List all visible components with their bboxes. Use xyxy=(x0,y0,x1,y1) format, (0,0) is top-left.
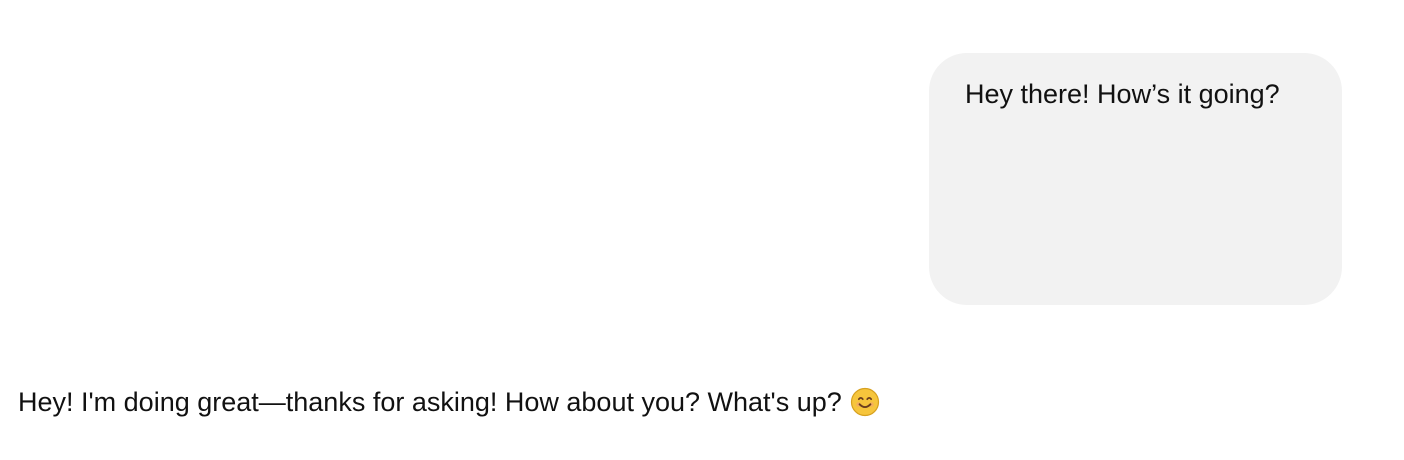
conversation-view: Hey there! How’s it going? Hey! I'm doin… xyxy=(0,0,1404,460)
smiling-face-icon xyxy=(850,387,880,417)
user-message-text: Hey there! How’s it going? xyxy=(965,79,1280,109)
assistant-message-text: Hey! I'm doing great—thanks for asking! … xyxy=(18,387,842,417)
user-message-bubble: Hey there! How’s it going? xyxy=(929,53,1342,305)
assistant-message: Hey! I'm doing great—thanks for asking! … xyxy=(18,384,880,420)
